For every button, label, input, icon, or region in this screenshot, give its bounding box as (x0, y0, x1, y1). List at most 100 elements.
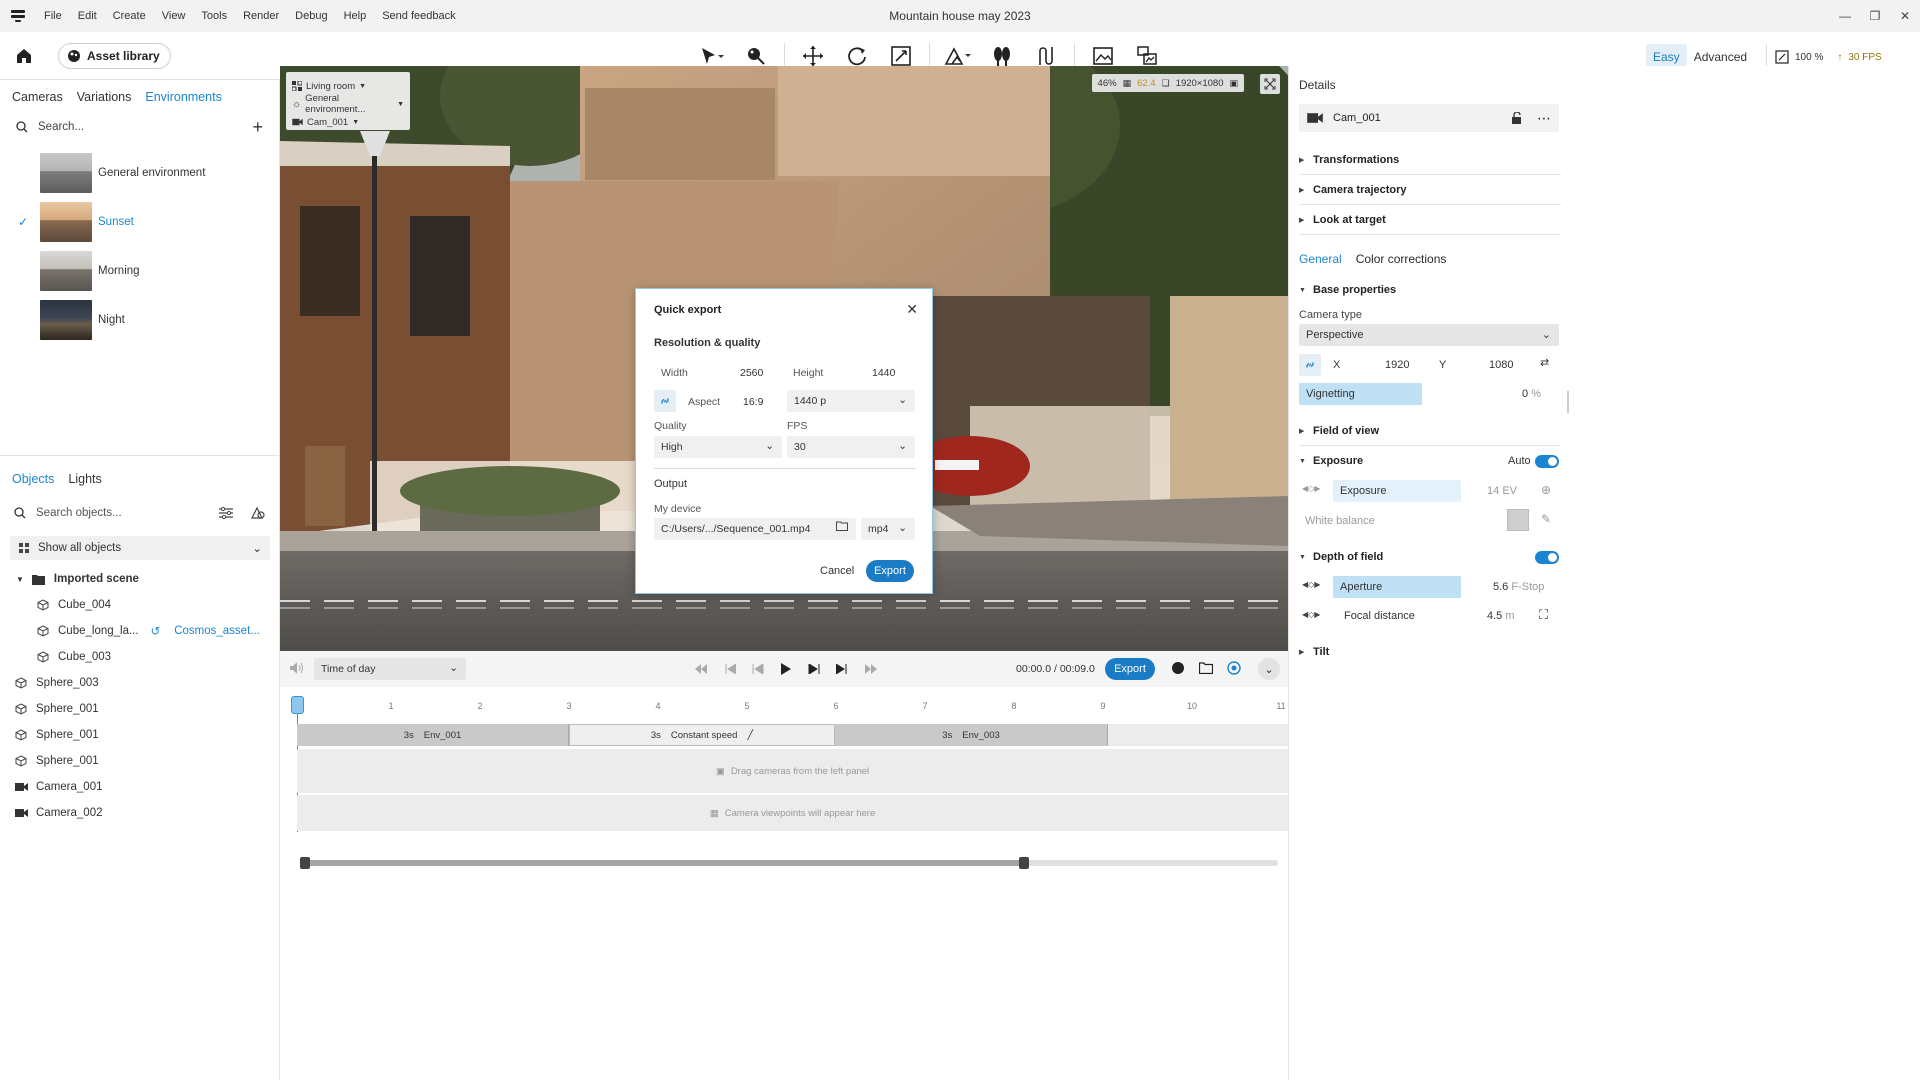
section-depth-of-field[interactable]: ▼ Depth of field (1299, 542, 1561, 572)
resolution-scale-icon[interactable] (1775, 50, 1789, 64)
link-xy-icon[interactable] (1299, 354, 1321, 376)
render-settings-icon[interactable] (1226, 660, 1242, 676)
tree-row[interactable]: Camera_001 (0, 774, 280, 800)
play-icon[interactable] (777, 660, 795, 678)
home-icon[interactable] (12, 44, 36, 68)
tab-objects[interactable]: Objects (12, 472, 54, 486)
menu-file[interactable]: File (36, 10, 70, 22)
folder-icon[interactable] (1198, 660, 1214, 676)
list-item[interactable]: Night (0, 295, 279, 344)
tree-group-row[interactable]: ▼ Imported scene (0, 566, 280, 592)
tree-row[interactable]: Cube_long_la... ↺ Cosmos_asset... (0, 618, 280, 644)
tab-cameras[interactable]: Cameras (12, 90, 63, 104)
menu-tools[interactable]: Tools (193, 10, 235, 22)
volume-icon[interactable] (290, 662, 304, 677)
tree-row[interactable]: Sphere_003 (0, 670, 280, 696)
clip-env-001[interactable]: 3s Env_001 (297, 724, 569, 746)
format-select[interactable]: mp4 ⌄ (861, 518, 915, 540)
menu-help[interactable]: Help (336, 10, 375, 22)
panel-scrollbar[interactable] (1567, 391, 1569, 413)
list-item[interactable]: Morning (0, 246, 279, 295)
environment-selector[interactable]: ☼ General environment... ▼ (292, 93, 404, 115)
timeline-export-button[interactable]: Export (1105, 658, 1155, 680)
exposure-slider[interactable]: Exposure (1333, 480, 1461, 502)
tree-row[interactable]: Cube_003 (0, 644, 280, 670)
x-field[interactable]: 1920 (1385, 359, 1409, 371)
time-of-day-select[interactable]: Time of day ⌄ (314, 658, 466, 680)
list-item[interactable]: General environment (0, 148, 279, 197)
swap-xy-icon[interactable]: ⇄ (1540, 356, 1549, 369)
tree-row[interactable]: Camera_002 (0, 800, 280, 826)
add-environment-icon[interactable]: + (252, 117, 263, 138)
menu-send-feedback[interactable]: Send feedback (374, 10, 463, 22)
camera-name[interactable]: Cam_001 (1333, 112, 1381, 124)
tab-color-corrections[interactable]: Color corrections (1356, 252, 1447, 266)
vignetting-slider[interactable]: Vignetting 0 % (1299, 383, 1559, 405)
more-options-icon[interactable]: ⋯ (1537, 110, 1551, 127)
section-base-properties[interactable]: ▼ Base properties (1299, 275, 1561, 305)
previous-keyframe-icon[interactable] (749, 660, 767, 678)
depth-of-field-toggle[interactable] (1535, 551, 1559, 564)
next-keyframe-icon[interactable] (805, 660, 823, 678)
fps-select[interactable]: 30 ⌄ (787, 436, 915, 458)
lock-icon[interactable] (1511, 112, 1523, 124)
menu-render[interactable]: Render (235, 10, 287, 22)
focus-picker-icon[interactable]: ⛶ (1539, 607, 1548, 623)
clip-env-003[interactable]: 3s Env_003 (835, 724, 1108, 746)
aperture-keyframe-controls[interactable]: ◀◇▶ (1302, 580, 1320, 589)
menu-create[interactable]: Create (105, 10, 154, 22)
playhead-handle[interactable] (291, 696, 304, 714)
scrollbar-end-handle[interactable] (1019, 857, 1029, 869)
edit-curve-icon[interactable]: ╱ (747, 730, 753, 741)
scrollbar-thumb[interactable] (302, 860, 1024, 866)
objects-search-input[interactable]: Search objects... (36, 507, 122, 519)
tree-row[interactable]: Cube_004 (0, 592, 280, 618)
previous-frame-icon[interactable] (721, 660, 739, 678)
viewpoint-track[interactable]: ▦ Camera viewpoints will appear here (297, 795, 1288, 831)
camera-track[interactable]: ▣ Drag cameras from the left panel (297, 749, 1288, 793)
quality-select[interactable]: High ⌄ (654, 436, 782, 458)
link-aspect-icon[interactable] (654, 390, 676, 412)
show-all-objects-select[interactable]: Show all objects ⌄ (10, 536, 270, 560)
tab-lights[interactable]: Lights (68, 472, 101, 486)
tree-row[interactable]: Sphere_001 (0, 722, 280, 748)
clip-transition[interactable]: 3s Constant speed ╱ (569, 724, 835, 746)
go-to-end-icon[interactable] (861, 660, 879, 678)
tab-general[interactable]: General (1299, 252, 1342, 266)
asset-library-button[interactable]: Asset library (58, 43, 171, 69)
search-input[interactable]: Search... (38, 121, 84, 133)
section-tilt[interactable]: ▶ Tilt (1299, 637, 1561, 667)
app-logo-icon[interactable] (0, 0, 36, 32)
resolution-preset-select[interactable]: 1440 p ⌄ (787, 390, 915, 412)
output-path-field[interactable]: C:/Users/.../Sequence_001.mp4 (654, 518, 856, 540)
close-icon[interactable]: ✕ (906, 301, 918, 318)
timeline-ruler[interactable]: 1 2 3 4 5 6 7 8 9 10 11 (280, 687, 1288, 723)
section-transformations[interactable]: ▶ Transformations (1299, 145, 1561, 175)
section-look-at-target[interactable]: ▶ Look at target (1299, 205, 1561, 235)
scrollbar-start-handle[interactable] (300, 857, 310, 869)
camera-selector[interactable]: Cam_001 ▼ (292, 113, 404, 131)
restore-icon[interactable]: ❐ (1860, 0, 1890, 32)
cancel-button[interactable]: Cancel (820, 565, 854, 577)
exposure-keyframe-controls[interactable]: ◀◇▶ (1302, 484, 1320, 493)
next-frame-icon[interactable] (833, 660, 851, 678)
camera-type-select[interactable]: Perspective ⌄ (1299, 324, 1559, 346)
filter-sliders-icon[interactable] (218, 506, 234, 520)
section-camera-trajectory[interactable]: ▶ Camera trajectory (1299, 175, 1561, 205)
timeline-scrollbar[interactable] (300, 857, 1278, 869)
menu-view[interactable]: View (154, 10, 194, 22)
collapse-triangle-icon[interactable]: ▼ (16, 575, 24, 584)
height-field[interactable]: 1440 (872, 367, 895, 379)
y-field[interactable]: 1080 (1489, 359, 1513, 371)
list-item[interactable]: ✓ Sunset (0, 197, 279, 246)
tab-environments[interactable]: Environments (145, 90, 221, 104)
section-field-of-view[interactable]: ▶ Field of view (1299, 416, 1561, 446)
collapse-timeline-icon[interactable]: ⌄ (1258, 658, 1280, 680)
close-window-icon[interactable]: ✕ (1890, 0, 1920, 32)
menu-debug[interactable]: Debug (287, 10, 335, 22)
menu-edit[interactable]: Edit (70, 10, 105, 22)
tree-row[interactable]: Sphere_001 (0, 696, 280, 722)
folder-icon[interactable] (836, 521, 848, 534)
linked-asset-link[interactable]: Cosmos_asset... (174, 625, 260, 637)
tree-row[interactable]: Sphere_001 (0, 748, 280, 774)
